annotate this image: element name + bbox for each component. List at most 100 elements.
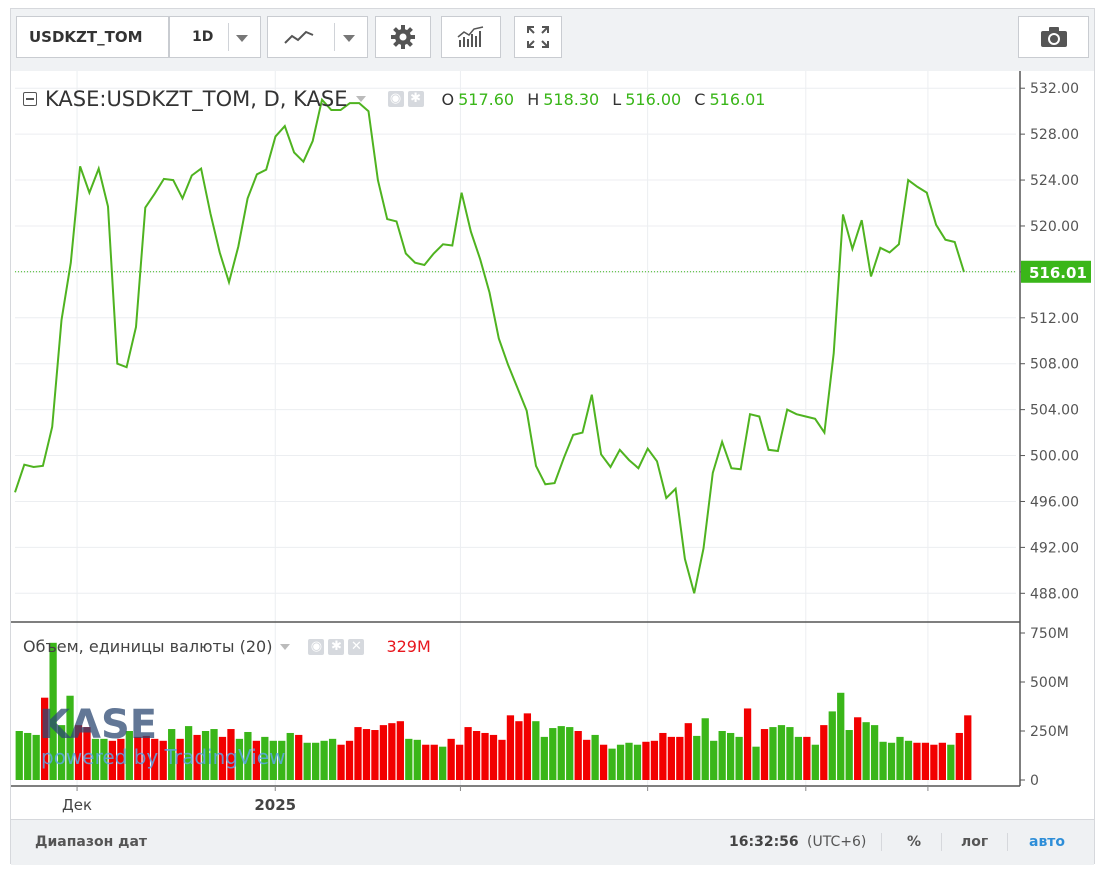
volume-bar: [955, 732, 963, 780]
price-tick-label: 492.00: [1030, 540, 1079, 556]
volume-tick-label: 0: [1030, 773, 1039, 789]
price-tick-label: 496.00: [1030, 494, 1079, 510]
eye-icon[interactable]: ◉: [308, 638, 325, 655]
series-title[interactable]: KASE:USDKZT_TOM, D, KASE: [45, 87, 348, 111]
indicators-icon: [457, 26, 484, 47]
time-tick-label: Дек: [62, 796, 92, 814]
low-label: L: [612, 89, 622, 109]
price-tick-label: 512.00: [1030, 311, 1079, 327]
close-icon[interactable]: ✕: [348, 638, 365, 655]
volume-bar: [439, 746, 447, 780]
volume-tick-label: 750M: [1030, 626, 1069, 642]
volume-bar: [405, 738, 413, 780]
volume-bar: [362, 729, 371, 780]
price-tick-label: 528.00: [1030, 127, 1079, 143]
eye-icon[interactable]: ◉: [387, 91, 404, 107]
date-range-button[interactable]: Диапазон дат: [35, 834, 147, 850]
collapse-icon[interactable]: [23, 92, 37, 106]
clock-time: 16:32:56: [729, 834, 799, 850]
divider: [941, 833, 942, 851]
volume-bar: [371, 730, 379, 780]
volume-bar: [811, 744, 819, 780]
volume-bar: [447, 738, 455, 780]
chevron-down-icon[interactable]: [280, 643, 291, 650]
volume-bar: [904, 740, 913, 780]
interval-button[interactable]: 1D: [169, 16, 261, 58]
chevron-down-icon[interactable]: [236, 35, 248, 42]
time-tick-label: 2025: [254, 796, 296, 814]
toolbar: USDKZT_TOM 1D: [11, 9, 1094, 71]
volume-bar: [837, 692, 845, 780]
price-tick-label: 520.00: [1030, 219, 1079, 235]
divider: [228, 23, 229, 51]
volume-bar: [667, 736, 675, 780]
low-value: 516.00: [625, 89, 682, 109]
price-tick-label: 532.00: [1030, 81, 1079, 97]
volume-bar: [472, 731, 481, 780]
volume-bar: [616, 744, 625, 780]
volume-bar: [599, 744, 608, 780]
volume-bar: [760, 729, 769, 780]
volume-bar: [964, 715, 972, 780]
volume-bar: [693, 735, 701, 780]
price-tick-label: 504.00: [1030, 403, 1079, 419]
close-label: C: [694, 89, 706, 109]
log-scale-button[interactable]: лог: [961, 834, 988, 850]
volume-bar: [752, 746, 760, 780]
volume-legend: Объем, единицы валюты (20) ◉ ✱ ✕ 329M: [23, 637, 431, 656]
chevron-down-icon[interactable]: [355, 96, 366, 102]
volume-bar: [820, 725, 828, 780]
volume-bar: [532, 721, 540, 780]
fullscreen-button[interactable]: [514, 16, 562, 58]
volume-bar: [540, 736, 548, 780]
watermark-tagline: powered by TradingView: [41, 745, 285, 769]
divider: [1007, 833, 1008, 851]
open-label: O: [441, 89, 455, 109]
volume-bar: [870, 725, 879, 780]
percent-scale-button[interactable]: %: [907, 834, 921, 850]
settings-button[interactable]: [375, 16, 431, 58]
price-tick-label: 500.00: [1030, 449, 1079, 465]
price-line[interactable]: [14, 97, 965, 594]
auto-scale-button[interactable]: авто: [1029, 834, 1065, 850]
volume-bar: [676, 736, 684, 780]
bottom-bar: Диапазон дат 16:32:56 (UTC+6) % лог авто: [11, 819, 1094, 865]
volume-bar: [777, 725, 786, 780]
fullscreen-icon: [527, 26, 549, 48]
volume-bar: [633, 744, 642, 780]
chevron-down-icon[interactable]: [343, 35, 355, 42]
snapshot-button[interactable]: [1018, 16, 1089, 58]
volume-bar: [642, 741, 650, 780]
volume-bar: [786, 727, 794, 780]
price-tick-label: 508.00: [1030, 357, 1079, 373]
volume-tick-label: 500M: [1030, 675, 1069, 691]
symbol-search-button[interactable]: USDKZT_TOM: [16, 16, 169, 58]
volume-bar: [574, 731, 582, 780]
volume-bar: [303, 742, 311, 780]
gear-icon[interactable]: ✱: [407, 91, 424, 107]
volume-title[interactable]: Объем, единицы валюты (20): [23, 637, 272, 656]
volume-bar: [515, 721, 523, 780]
volume-bar: [455, 744, 464, 780]
interval-label: 1D: [192, 29, 214, 45]
volume-bar: [591, 734, 599, 780]
close-value: 516.01: [709, 89, 766, 109]
chart-type-button[interactable]: [267, 16, 368, 58]
volume-bar: [726, 732, 735, 780]
timezone-button[interactable]: (UTC+6): [807, 834, 866, 850]
volume-bar: [659, 732, 667, 780]
volume-bar: [854, 717, 862, 780]
volume-bar: [320, 740, 328, 780]
last-price-label: 516.01: [1029, 264, 1087, 282]
volume-bar: [794, 736, 803, 780]
gear-icon[interactable]: ✱: [328, 638, 345, 655]
volume-bar: [735, 736, 743, 780]
price-tick-label: 524.00: [1030, 173, 1079, 189]
volume-bar: [523, 713, 532, 780]
volume-bar: [354, 727, 362, 780]
main-series-legend: KASE:USDKZT_TOM, D, KASE ◉ ✱ O 517.60 H 51…: [23, 87, 765, 111]
indicators-button[interactable]: [441, 16, 501, 58]
volume-current-value: 329M: [386, 637, 431, 656]
volume-bar: [489, 734, 498, 780]
chart-widget: USDKZT_TOM 1D 532.00 528.00 524.00 520.0…: [10, 8, 1095, 865]
